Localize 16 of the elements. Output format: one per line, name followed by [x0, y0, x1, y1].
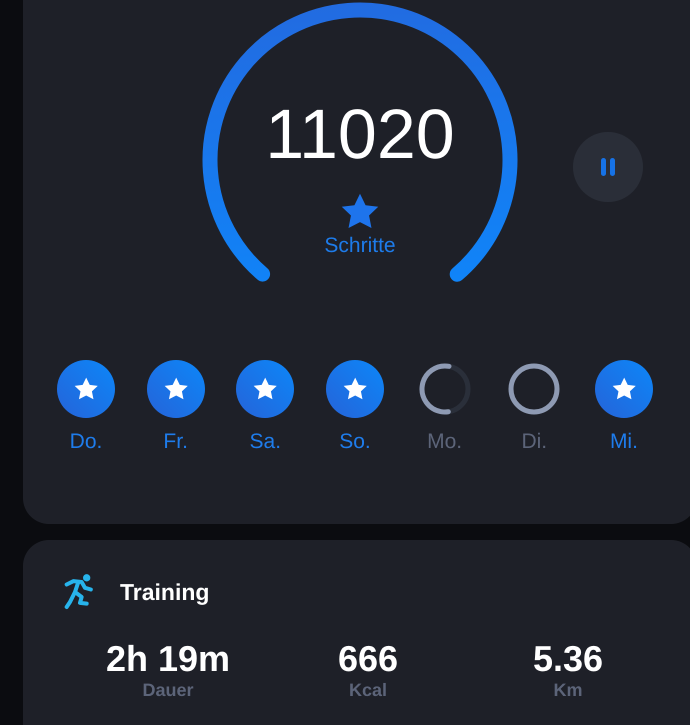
stat-label: Dauer — [142, 680, 194, 701]
day-label: Mo. — [427, 430, 462, 454]
steps-label: Schritte — [324, 234, 396, 258]
stat-label: Kcal — [348, 680, 388, 701]
stat-value: 666 — [338, 640, 398, 678]
stat-value: 5.36 — [532, 640, 604, 678]
stat-value: 2h 19m — [106, 640, 230, 678]
training-title: Training — [120, 578, 210, 606]
step-count: 11020 — [265, 100, 455, 168]
day-label: Mi. — [610, 430, 638, 454]
day-label: Sa. — [250, 430, 282, 454]
day-label: Do. — [70, 430, 102, 454]
day-label: So. — [339, 430, 371, 454]
stat-label: Km — [553, 680, 582, 701]
day-label: Di. — [521, 430, 548, 454]
day-label: Fr. — [163, 430, 188, 454]
